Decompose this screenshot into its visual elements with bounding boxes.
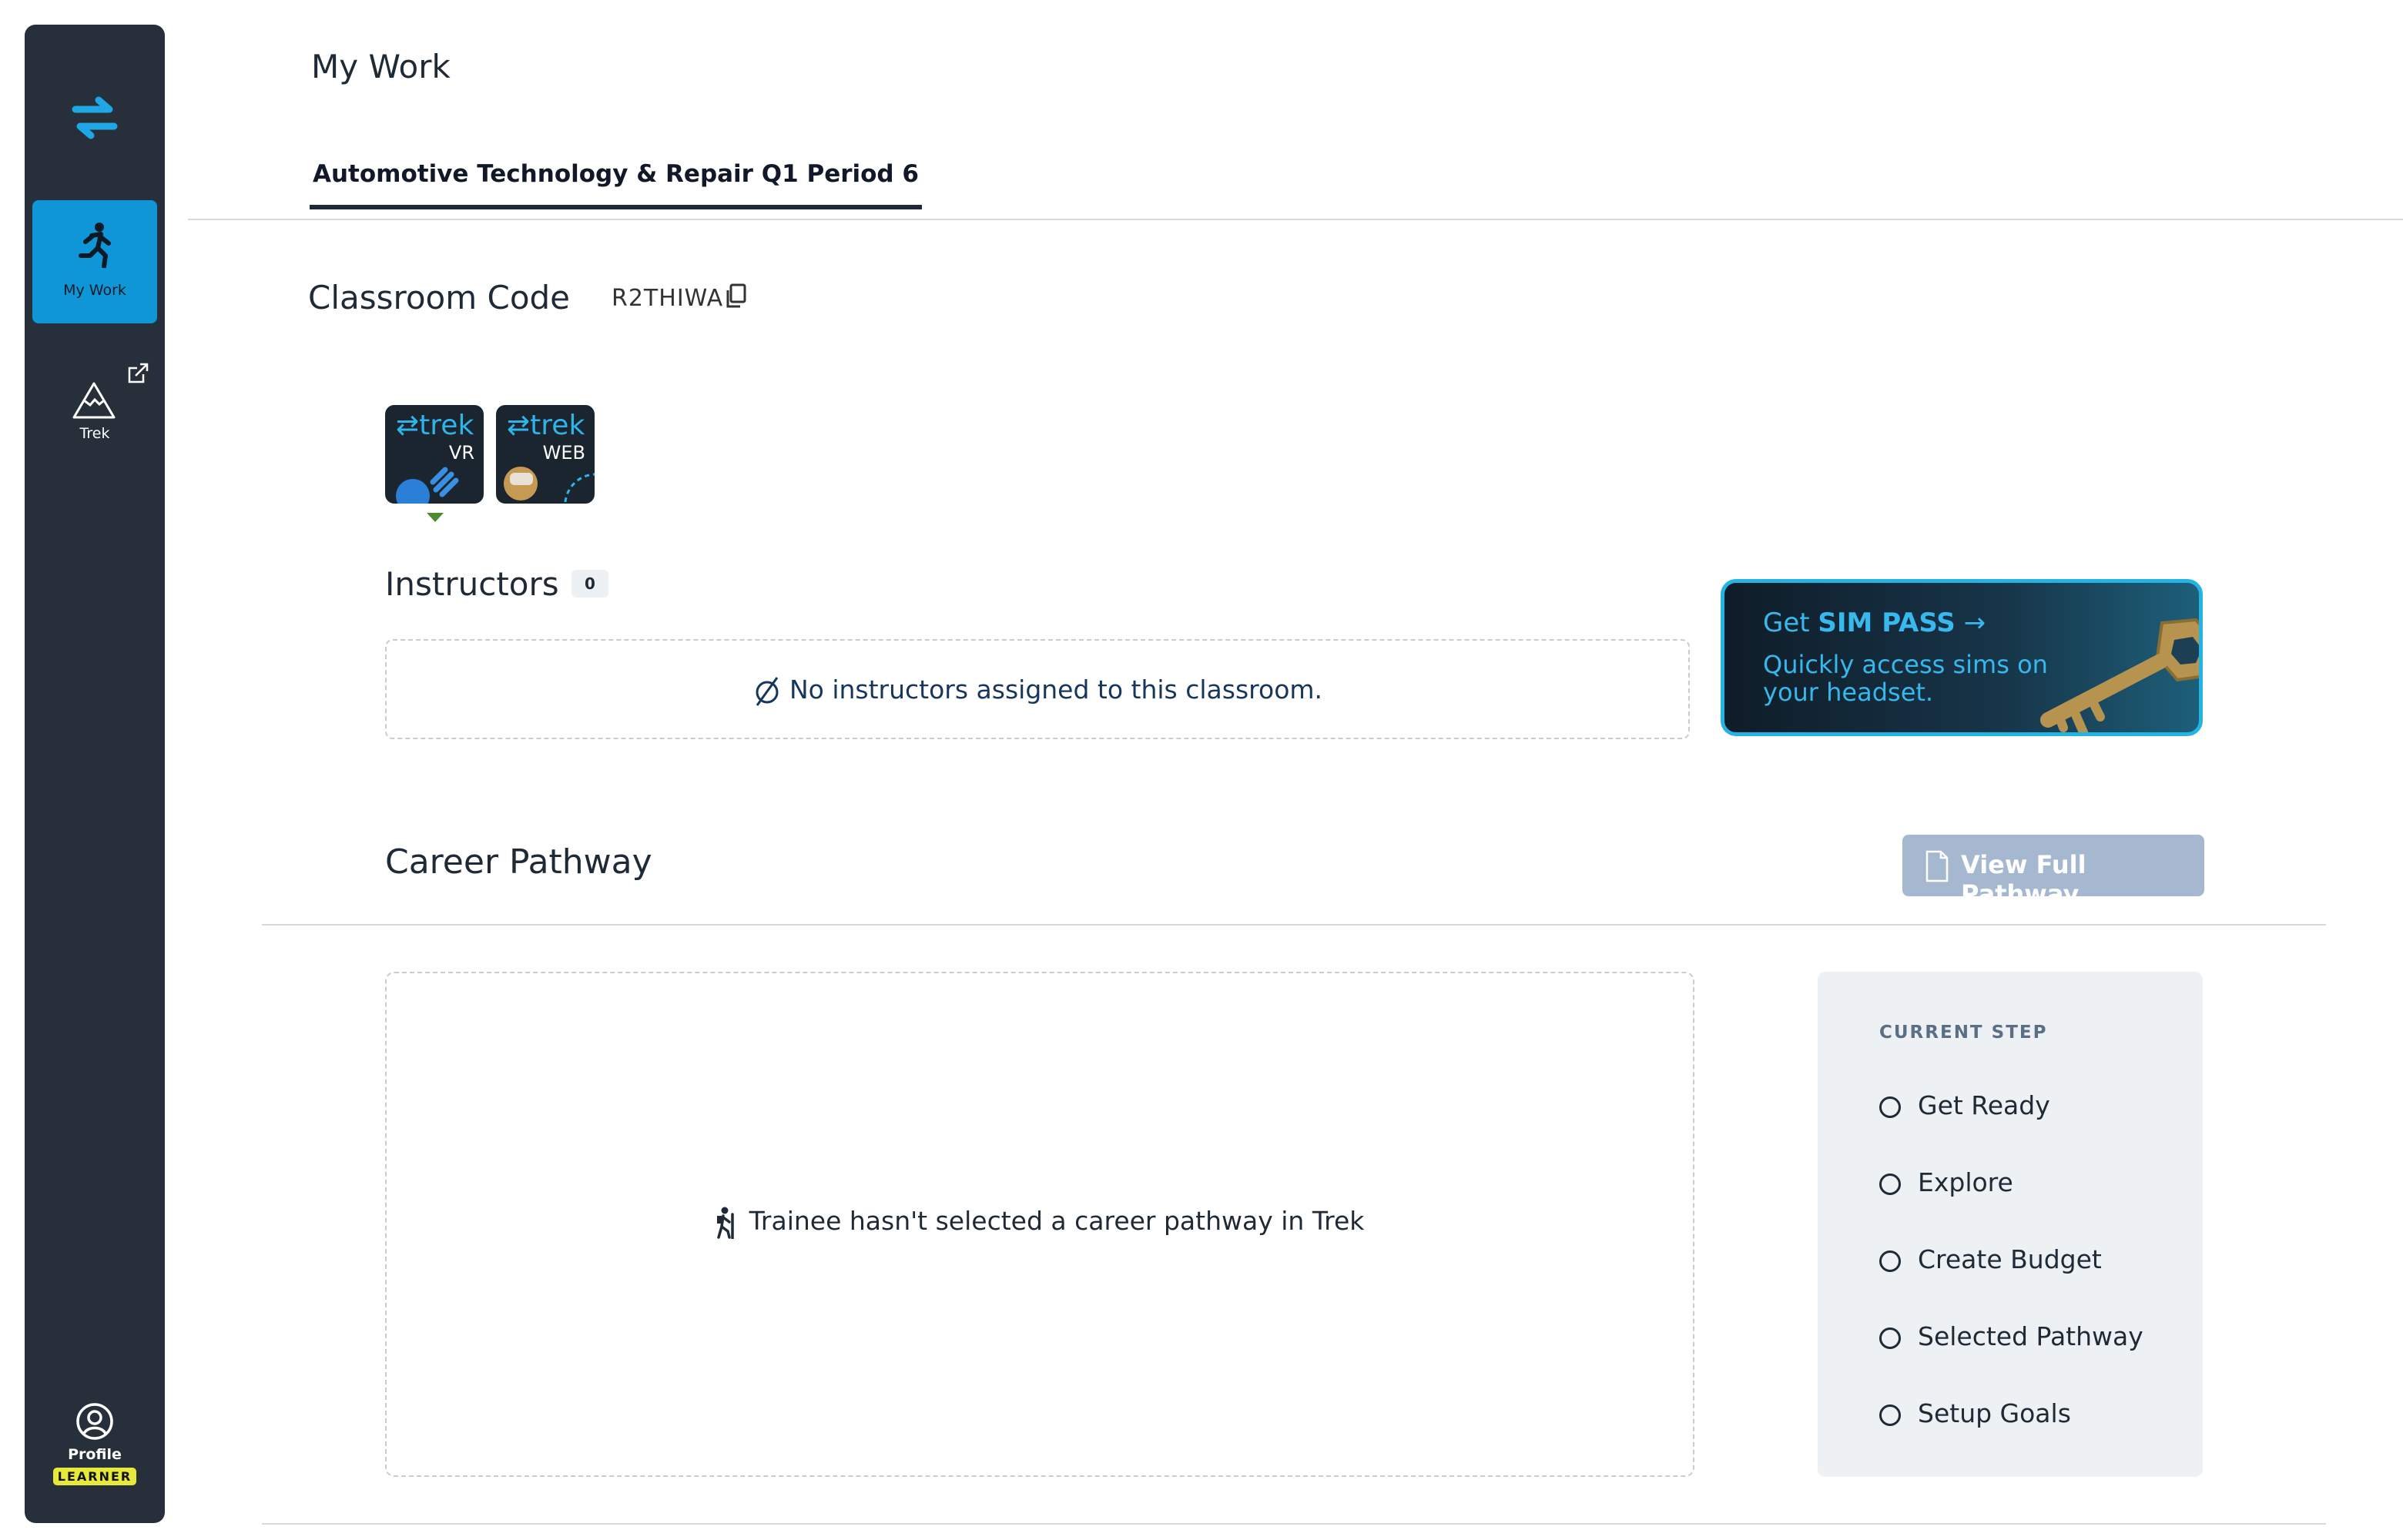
radio-circle-icon [1879,1173,1901,1195]
career-divider [262,924,2326,926]
classroom-code-label: Classroom Code [308,279,571,316]
sim-pass-subtext: Quickly access sims on your headset. [1763,650,2048,707]
copy-icon[interactable] [724,283,747,310]
sim-pass-bold: SIM PASS [1818,608,1956,638]
radio-circle-icon [1879,1327,1901,1349]
role-badge: LEARNER [52,1468,137,1485]
instructors-empty-panel: No instructors assigned to this classroo… [385,639,1690,739]
web-artwork-icon [504,467,595,503]
tab-classroom[interactable]: Automotive Technology & Repair Q1 Period… [310,160,922,209]
user-avatar-icon [76,1403,113,1440]
sim-pass-prefix: Get [1763,608,1818,638]
sim-pass-banner[interactable]: Get SIM PASS → Quickly access sims on yo… [1721,579,2203,736]
mountain-icon [72,382,116,419]
instructors-count-badge: 0 [571,570,608,598]
step-selected-pathway: Selected Pathway [1879,1321,2143,1351]
sidebar: My Work Trek Profile LEARNER [25,25,165,1523]
bottom-divider [262,1523,2326,1525]
career-empty-text: Trainee hasn't selected a career pathway… [749,1206,1365,1236]
career-pathway-heading: Career Pathway [385,842,652,882]
career-pathway-empty-panel: Trainee hasn't selected a career pathway… [385,972,1694,1477]
sidebar-item-my-work[interactable]: My Work [32,200,157,323]
view-full-pathway-button[interactable]: View Full Pathway [1902,835,2204,909]
step-setup-goals: Setup Goals [1879,1398,2071,1428]
step-label: Setup Goals [1918,1398,2071,1428]
sidebar-item-trek[interactable]: Trek [32,333,157,456]
step-label: Explore [1918,1167,2013,1197]
step-label: Create Budget [1918,1244,2102,1274]
app-brand: ⇄trek [396,410,474,441]
current-step-heading: CURRENT STEP [1879,1023,2048,1043]
profile-menu[interactable]: Profile LEARNER [25,1401,165,1485]
step-label: Get Ready [1918,1090,2050,1120]
step-create-budget: Create Budget [1879,1244,2102,1274]
page-title: My Work [311,48,451,85]
profile-label: Profile [68,1446,122,1463]
step-label: Selected Pathway [1918,1321,2143,1351]
instructors-empty-state: No instructors assigned to this classroo… [387,675,1688,707]
classroom-code-value: R2THIWA [612,285,724,312]
external-link-icon [128,363,149,383]
running-person-icon [79,223,111,268]
step-explore: Explore [1879,1167,2013,1197]
tab-divider [188,219,2403,220]
logo-icon[interactable] [68,91,122,145]
radio-circle-icon [1879,1404,1901,1426]
vr-artwork-icon [396,467,459,504]
current-step-panel: CURRENT STEP Get Ready Explore Create Bu… [1818,972,2203,1477]
radio-circle-icon [1879,1250,1901,1272]
instructors-heading: Instructors [385,565,559,603]
empty-set-icon [756,676,779,706]
sim-pass-headline: Get SIM PASS → [1763,608,1986,638]
sidebar-item-label: My Work [63,282,126,299]
radio-circle-icon [1879,1096,1901,1118]
app-tile-trek-web[interactable]: ⇄trek WEB [496,405,595,504]
arrow-right-icon: → [1963,608,1986,638]
view-full-pathway-label: View Full Pathway [1961,850,2086,909]
instructors-empty-text: No instructors assigned to this classroo… [789,675,1323,705]
career-empty-state: Trainee hasn't selected a career pathway… [387,1206,1693,1239]
selected-app-indicator [427,513,444,522]
sidebar-item-label: Trek [79,425,110,442]
app-tile-trek-vr[interactable]: ⇄trek VR [385,405,484,504]
pdf-file-icon [1925,850,1949,882]
app-brand: ⇄trek [507,410,585,441]
step-get-ready: Get Ready [1879,1090,2050,1120]
hiker-icon [716,1207,734,1239]
key-icon [2040,618,2199,732]
